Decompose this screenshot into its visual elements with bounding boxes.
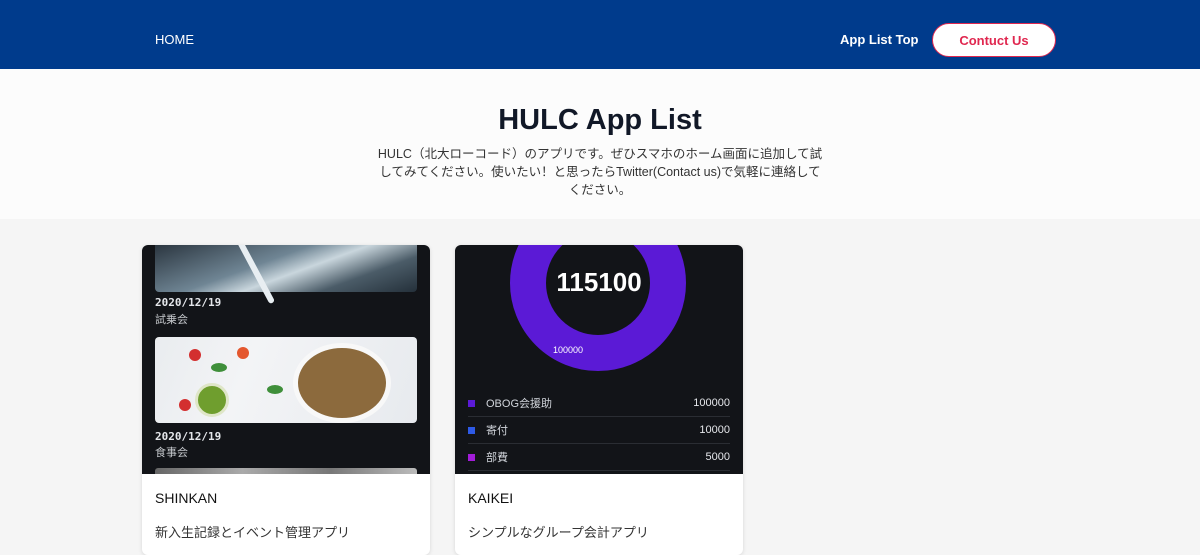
legend-row: 寄付 10000 [468,417,730,444]
leaf [211,363,227,372]
legend-row: 部費 5000 [468,444,730,471]
rowing-photo [155,245,417,305]
oar-shape [236,245,276,305]
donut-chart [510,245,686,371]
description-line-1: HULC（北大ローコード）のアプリです。ぜひスマホのホーム画面に追加して試 [377,147,823,161]
description-line-3: ください。 [568,183,632,197]
top-navbar: HOME App List Top Contuct Us [0,0,1200,69]
tomato [189,349,201,361]
app-description: 新入生記録とイベント管理アプリ [155,525,351,540]
nav-home-link[interactable]: HOME [155,32,194,47]
app-preview-image: 2020/12/19 試乗会 2020/12/19 食事会 [142,245,430,474]
event-name: 試乗会 [155,314,188,326]
legend-swatch [468,453,475,461]
contact-us-label: Contuct Us [959,32,1029,48]
legend-value: 10000 [699,424,730,436]
app-card-shinkan[interactable]: 2020/12/19 試乗会 2020/12/19 食事会 SHINKAN 新入… [142,245,430,555]
page-title: HULC App List [498,104,702,136]
legend-swatch [468,426,475,434]
next-photo-strip [155,468,417,474]
legend-name: OBOG会援助 [486,398,553,410]
legend-swatch [468,399,475,407]
event-name: 食事会 [155,447,188,459]
legend-value: 5000 [705,451,730,463]
app-title: KAIKEI [468,490,514,506]
donut-ring [510,245,686,371]
legend-value: 100000 [693,397,730,409]
legend-row: OBOG会援助 100000 [468,390,730,417]
app-card-kaikei[interactable]: 115100 100000 OBOG会援助 100000 寄付 10000 部費… [455,245,743,555]
salad-plate [293,343,391,423]
food-photo [155,337,417,423]
donut-total: 115100 [556,267,642,297]
nav-app-list-link[interactable]: App List Top [840,32,918,47]
tomato [179,399,191,411]
page-description: HULC（北大ローコード）のアプリです。ぜひスマホのホーム画面に追加して試 して… [370,145,830,199]
leaf [267,385,283,394]
event-date: 2020/12/19 [155,296,222,309]
event-date: 2020/12/19 [155,430,222,443]
app-preview-image: 115100 100000 OBOG会援助 100000 寄付 10000 部費… [455,245,743,474]
green-bowl [195,383,229,417]
legend-name: 寄付 [486,425,508,437]
app-title: SHINKAN [155,490,218,506]
description-line-2: してみてください。使いたい！と思ったらTwitter(Contact us)で気… [379,165,821,179]
donut-segment-label: 100000 [553,345,584,355]
app-description: シンプルなグループ会計アプリ [468,525,649,540]
legend-name: 部費 [486,452,508,464]
carrot [237,347,249,359]
contact-us-button[interactable]: Contuct Us [932,23,1056,57]
